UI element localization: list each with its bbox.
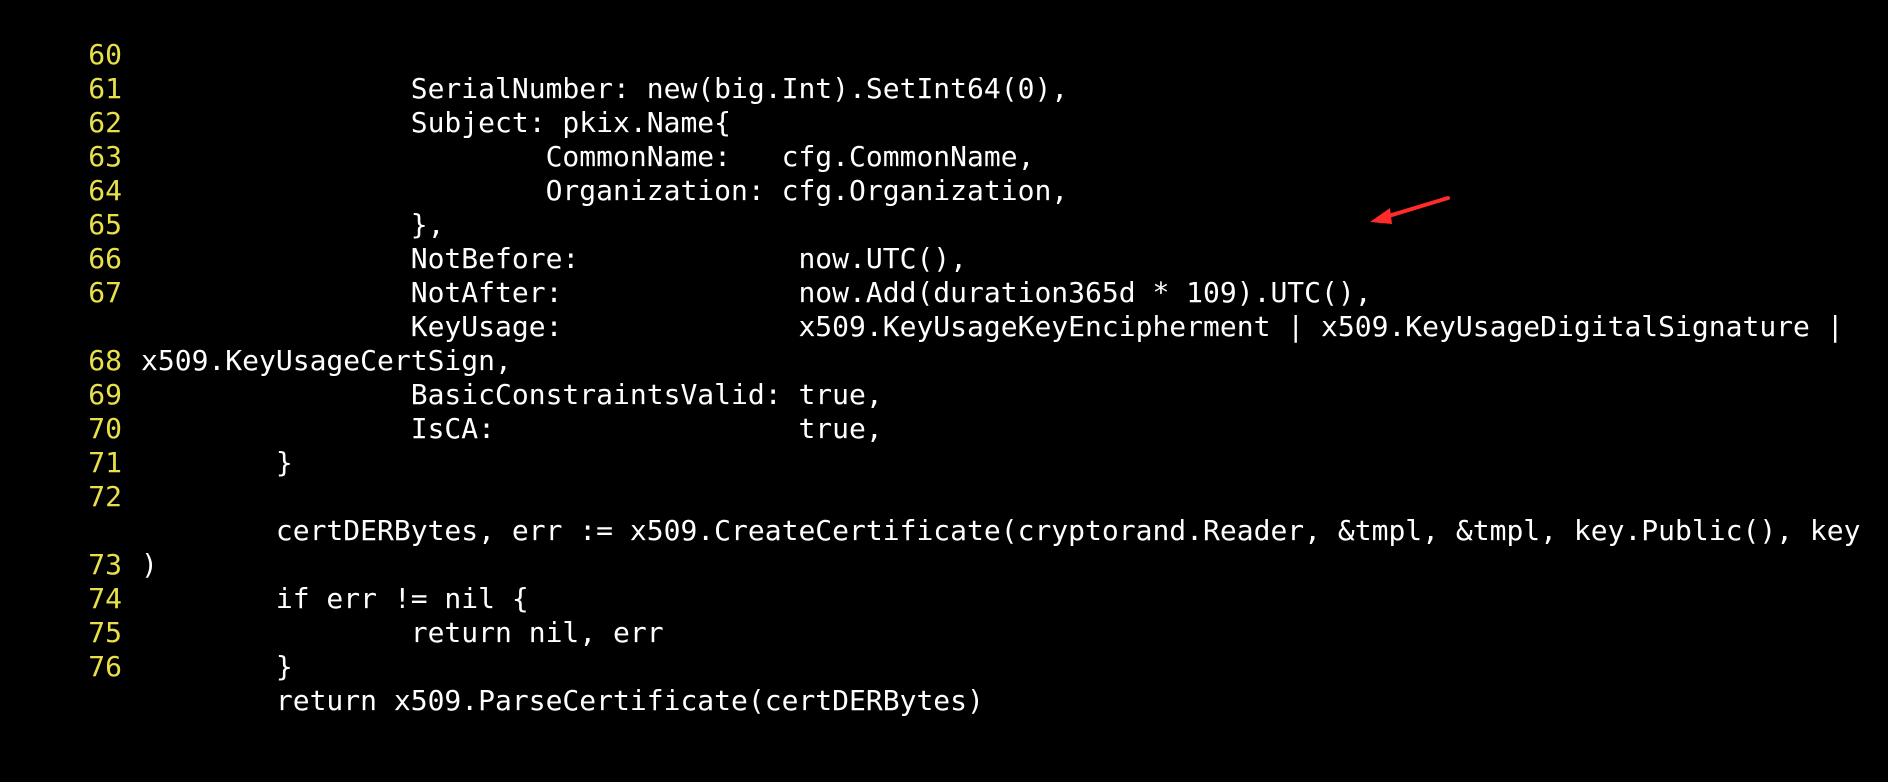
code-line-60: 60 SerialNumber: new(big.Int).SetInt64(0… — [0, 4, 1888, 105]
code-line-67-wrap: x509.KeyUsageCertSign, — [0, 276, 1888, 377]
code-line-69: 69 IsCA: true, — [0, 344, 1888, 445]
code-line-68: 68 BasicConstraintsValid: true, — [0, 310, 1888, 411]
code-line-62: 62 CommonName: cfg.CommonName, — [0, 72, 1888, 173]
code-line-71: 71 — [0, 412, 1888, 479]
code-line-73: 73 if err != nil { — [0, 514, 1888, 615]
code-line-76: 76 return x509.ParseCertificate(certDERB… — [0, 616, 1888, 717]
code-line-74: 74 return nil, err — [0, 548, 1888, 649]
terminal-code-view: 60 SerialNumber: new(big.Int).SetInt64(0… — [0, 0, 1888, 717]
code-line-67: 67 KeyUsage: x509.KeyUsageKeyEnciphermen… — [0, 242, 1888, 343]
code-line-65: 65 NotBefore: now.UTC(), — [0, 174, 1888, 275]
red-arrow-icon — [1370, 196, 1450, 224]
code-line-63: 63 Organization: cfg.Organization, — [0, 106, 1888, 207]
code-text: } — [141, 650, 293, 683]
code-text: return x509.ParseCertificate(certDERByte… — [141, 684, 984, 717]
code-line-64: 64 }, — [0, 140, 1888, 241]
line-number: 76 — [88, 650, 122, 683]
code-line-72-wrap: ) — [0, 480, 1888, 581]
code-line-66: 66 NotAfter: now.Add(duration365d * 109)… — [0, 208, 1888, 309]
code-line-70: 70 } — [0, 378, 1888, 479]
code-line-61: 61 Subject: pkix.Name{ — [0, 38, 1888, 139]
code-line-72: 72 certDERBytes, err := x509.CreateCerti… — [0, 446, 1888, 547]
code-line-75: 75 } — [0, 582, 1888, 683]
